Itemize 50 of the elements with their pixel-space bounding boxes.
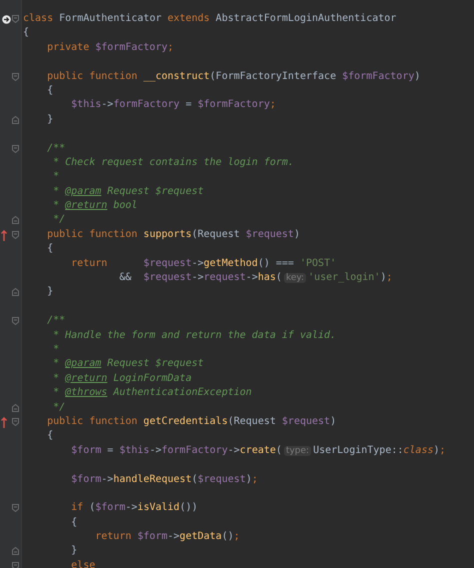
unfold-icon	[12, 547, 19, 556]
up-arrow-icon	[1, 416, 7, 428]
unfold-icon	[12, 288, 19, 296]
code-line: $form->handleRequest($request);	[70, 472, 258, 486]
code-line: {	[46, 84, 54, 98]
code-line: $form = $this->formFactory->create( type: UserLoginType::class);	[70, 444, 446, 458]
fold-icon	[12, 72, 19, 81]
code-line: * @param Request $request	[52, 184, 204, 199]
circle-arrow-icon	[2, 15, 11, 24]
unfold-icon	[12, 404, 19, 412]
fold-icon	[12, 562, 19, 568]
up-arrow-icon	[1, 230, 7, 241]
code-line: {	[70, 516, 78, 530]
fold-icon	[12, 418, 19, 426]
code-line: class FormAuthenticator extends AbstractFormLoginAuthenticator	[23, 12, 396, 26]
code-line: {	[46, 242, 54, 256]
fold-icon	[12, 15, 19, 23]
code-line: return $form->getData();	[94, 530, 240, 544]
code-line: return $request->getMethod() === 'POST'	[70, 256, 336, 271]
code-line: public function getCredentials(Request $request)	[46, 414, 336, 429]
code-line: }	[46, 112, 54, 127]
fold-icon	[12, 144, 19, 153]
code-line: *	[52, 342, 60, 357]
code-line: {	[23, 26, 30, 40]
code-line: else	[70, 558, 96, 568]
code-line: * Handle the form and return the data if valid.	[52, 328, 336, 343]
code-line: * @return LoginFormData	[52, 372, 192, 386]
code-line: /**	[46, 142, 66, 156]
code-line: * @throws AuthenticationException	[52, 386, 252, 400]
code-line: }	[70, 544, 78, 558]
fold-icon	[12, 504, 19, 512]
unfold-icon	[12, 116, 19, 124]
code-line: && $request->request->has( key: 'user_login');	[118, 271, 392, 286]
fold-icon	[12, 317, 19, 326]
code-line: private $formFactory;	[46, 40, 174, 55]
code-line: */	[52, 213, 66, 228]
code-line: *	[52, 170, 60, 184]
unfold-icon	[12, 216, 19, 224]
code-line: * @return bool	[52, 199, 138, 214]
code-line: public function __construct(FormFactoryInterface $formFactory)	[46, 70, 420, 84]
code-line: */	[52, 400, 66, 415]
code-line: public function supports(Request $request)	[46, 228, 300, 242]
code-line: if ($form->isValid())	[70, 501, 198, 516]
code-line: * @param Request $request	[52, 357, 204, 372]
code-line: $this->formFactory = $formFactory;	[70, 98, 276, 112]
code-line: }	[46, 285, 54, 300]
code-line: {	[46, 429, 54, 444]
fold-icon	[12, 230, 19, 239]
code-line: * Check request contains the login form.	[52, 156, 294, 170]
code-line: /**	[46, 314, 66, 328]
